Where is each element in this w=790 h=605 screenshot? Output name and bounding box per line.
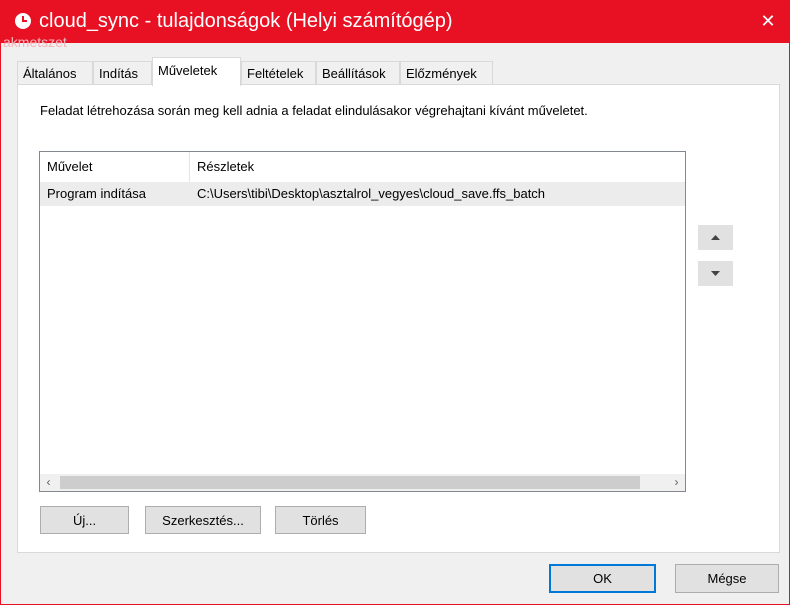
move-up-button[interactable] [698,225,733,250]
clock-icon [15,13,31,29]
tab-history[interactable]: Előzmények [400,61,493,85]
edit-action-button[interactable]: Szerkesztés... [145,506,261,534]
scroll-left-icon[interactable]: ‹ [40,474,57,491]
new-action-button[interactable]: Új... [40,506,129,534]
actions-tab-panel: Feladat létrehozása során meg kell adnia… [17,84,780,553]
window-title: cloud_sync - tulajdonságok (Helyi számít… [39,10,453,32]
properties-window: cloud_sync - tulajdonságok (Helyi számít… [0,0,790,605]
tab-conditions[interactable]: Feltételek [241,61,316,85]
column-header-details[interactable]: Részletek [190,152,685,182]
close-button[interactable]: ✕ [745,0,790,43]
background-ghost-text: akmetszet [3,34,67,50]
title-bar[interactable]: cloud_sync - tulajdonságok (Helyi számít… [1,0,790,43]
scroll-right-icon[interactable]: › [668,474,685,491]
triangle-up-icon [711,235,720,240]
list-row[interactable]: Program indítása C:\Users\tibi\Desktop\a… [40,182,685,206]
list-header: Művelet Részletek [40,152,685,182]
tab-triggers[interactable]: Indítás [93,61,152,85]
move-down-button[interactable] [698,261,733,286]
row-action-cell: Program indítása [47,186,146,201]
actions-list[interactable]: Művelet Részletek Program indítása C:\Us… [39,151,686,492]
delete-action-button[interactable]: Törlés [275,506,366,534]
ok-button[interactable]: OK [549,564,656,593]
row-details-cell: C:\Users\tibi\Desktop\asztalrol_vegyes\c… [197,186,546,201]
column-header-action[interactable]: Művelet [40,152,190,182]
scrollbar-thumb[interactable] [60,476,640,489]
tab-general[interactable]: Általános [17,61,93,85]
tab-settings[interactable]: Beállítások [316,61,400,85]
tab-actions[interactable]: Műveletek [152,57,241,86]
cancel-button[interactable]: Mégse [675,564,779,593]
horizontal-scrollbar[interactable]: ‹ › [40,474,685,491]
triangle-down-icon [711,271,720,276]
actions-description: Feladat létrehozása során meg kell adnia… [40,103,588,118]
